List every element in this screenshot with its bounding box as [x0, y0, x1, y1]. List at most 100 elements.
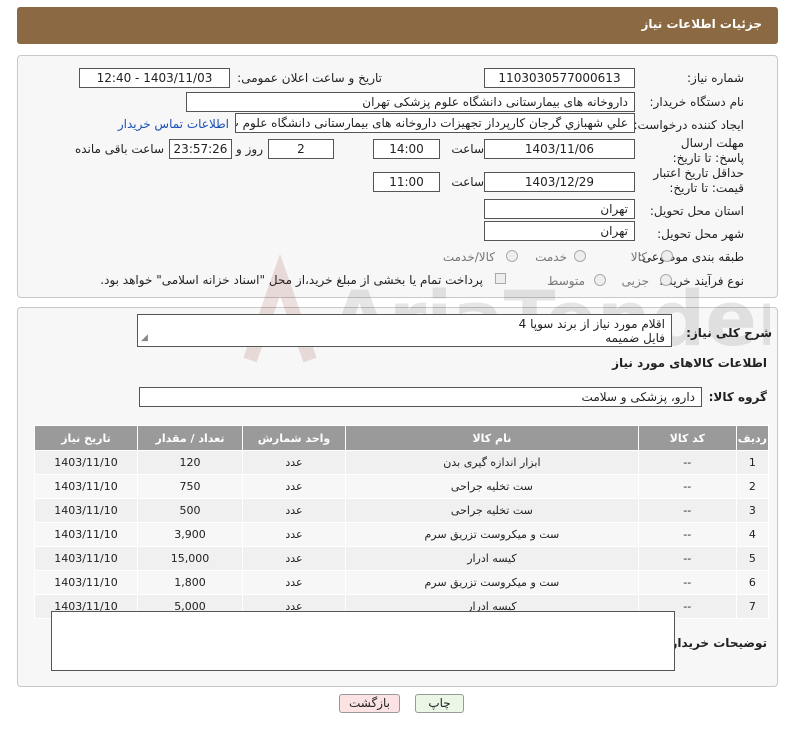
category-label: طبقه بندی موضوعی:	[637, 250, 744, 264]
cell-need-date: 1403/11/10	[34, 498, 138, 523]
print-button[interactable]: چاپ	[415, 694, 464, 713]
validity-time-label: ساعت	[451, 175, 484, 189]
city-label: شهر محل تحویل:	[657, 227, 744, 241]
cell-need-date: 1403/11/10	[34, 546, 138, 571]
price-validity-label: حداقل تاریخ اعتبار قیمت: تا تاریخ:	[653, 166, 744, 195]
cell-quantity: 750	[137, 474, 243, 499]
buyer-notes-label: توضیحات خریدار:	[665, 636, 767, 650]
description-label: شرح کلی نیاز:	[686, 326, 772, 340]
table-row[interactable]: 6 -- ست و میکروست تزریق سرم عدد 1,800 1403/11…	[34, 570, 770, 595]
category-radio-goods-service[interactable]	[506, 250, 518, 262]
cell-item-code: --	[637, 450, 737, 475]
remaining-days-field[interactable]: 2	[268, 139, 334, 159]
announce-datetime-label: تاریخ و ساعت اعلان عمومی:	[237, 71, 382, 85]
reply-time-label: ساعت	[451, 142, 484, 156]
cell-item-code: --	[637, 546, 737, 571]
category-option-goods: کالا	[630, 250, 647, 264]
cell-row-number: 2	[735, 474, 770, 499]
category-option-goods-service: کالا/خدمت	[442, 250, 495, 264]
cell-item-code: --	[637, 522, 737, 547]
requester-label: ایجاد کننده درخواست:	[633, 118, 744, 132]
remaining-time-label: ساعت باقی مانده	[74, 142, 164, 156]
cell-item-code: --	[637, 570, 737, 595]
column-header-item-code: کد کالا	[637, 425, 737, 451]
table-row[interactable]: 2 -- ست تخلیه جراحی عدد 750 1403/11/10	[34, 474, 770, 499]
table-row[interactable]: 1 -- ابزار اندازه گیری بدن عدد 120 1403/11/10	[34, 450, 770, 475]
need-number-field[interactable]: 1103030577000613	[484, 68, 635, 88]
table-header-row: ردیف کد کالا نام کالا واحد شمارش تعداد /…	[34, 425, 770, 451]
cell-unit: عدد	[242, 474, 346, 499]
table-row[interactable]: 4 -- ست و میکروست تزریق سرم عدد 3,900 1403/11…	[34, 522, 770, 547]
buyer-org-label: نام دستگاه خریدار:	[649, 95, 745, 109]
cell-need-date: 1403/11/10	[34, 474, 138, 499]
description-textarea[interactable]: اقلام مورد نیاز از برند سوپا 4 فایل ضمیم…	[137, 314, 672, 347]
cell-unit: عدد	[242, 498, 346, 523]
page-title: جزئیات اطلاعات نیاز	[641, 17, 762, 31]
cell-item-name: ست تخلیه جراحی	[345, 498, 639, 523]
column-header-need-date: تاریخ نیاز	[34, 425, 138, 451]
province-label: استان محل تحویل:	[649, 204, 744, 218]
goods-table: ردیف کد کالا نام کالا واحد شمارش تعداد /…	[34, 425, 770, 619]
cell-item-name: ست تخلیه جراحی	[345, 474, 639, 499]
table-row[interactable]: 5 -- کیسه ادرار عدد 15,000 1403/11/10	[34, 546, 770, 571]
purchase-option-medium: متوسط	[547, 274, 585, 288]
buyer-org-field[interactable]: داروخانه های بیمارستانی دانشگاه علوم پزش…	[186, 92, 635, 112]
column-header-quantity: تعداد / مقدار	[137, 425, 243, 451]
cell-row-number: 7	[735, 594, 770, 619]
cell-unit: عدد	[242, 522, 346, 547]
cell-item-code: --	[637, 498, 737, 523]
buyer-notes-textarea[interactable]	[51, 611, 675, 671]
goods-section-title: اطلاعات کالاهای مورد نیاز	[612, 356, 767, 370]
back-button[interactable]: بازگشت	[339, 694, 400, 713]
resize-grip-icon[interactable]: ◢	[141, 331, 148, 345]
province-field[interactable]: تهران	[484, 199, 635, 219]
table-row[interactable]: 3 -- ست تخلیه جراحی عدد 500 1403/11/10	[34, 498, 770, 523]
remaining-time-field[interactable]: 23:57:26	[169, 139, 232, 159]
page-header: جزئیات اطلاعات نیاز	[17, 7, 778, 44]
cell-need-date: 1403/11/10	[34, 522, 138, 547]
validity-date-field[interactable]: 1403/12/29	[484, 172, 635, 192]
cell-quantity: 120	[137, 450, 243, 475]
cell-row-number: 6	[735, 570, 770, 595]
cell-unit: عدد	[242, 570, 346, 595]
announce-datetime-field[interactable]: 1403/11/03 - 12:40	[79, 68, 230, 88]
city-field[interactable]: تهران	[484, 221, 635, 241]
cell-item-name: ست و میکروست تزریق سرم	[345, 522, 639, 547]
column-header-unit: واحد شمارش	[242, 425, 346, 451]
cell-need-date: 1403/11/10	[34, 570, 138, 595]
purchase-radio-medium[interactable]	[594, 274, 606, 286]
days-label: روز و	[236, 142, 263, 156]
cell-unit: عدد	[242, 450, 346, 475]
need-number-label: شماره نیاز:	[687, 71, 744, 85]
requester-field[interactable]: علي شهبازي گرجان کارپرداز تجهیزات داروخا…	[235, 113, 635, 133]
column-header-item-name: نام کالا	[345, 425, 639, 451]
reply-deadline-label: مهلت ارسال پاسخ: تا تاریخ:	[672, 136, 744, 165]
cell-quantity: 3,900	[137, 522, 243, 547]
category-option-service: خدمت	[535, 250, 567, 264]
description-line-1: اقلام مورد نیاز از برند سوپا 4	[518, 317, 665, 331]
purchase-radio-minor[interactable]	[660, 274, 672, 286]
cell-unit: عدد	[242, 546, 346, 571]
category-radio-goods[interactable]	[661, 250, 673, 262]
cell-quantity: 1,800	[137, 570, 243, 595]
cell-row-number: 4	[735, 522, 770, 547]
cell-row-number: 1	[735, 450, 770, 475]
cell-quantity: 15,000	[137, 546, 243, 571]
treasury-payment-checkbox[interactable]	[495, 273, 506, 284]
reply-date-field[interactable]: 1403/11/06	[484, 139, 635, 159]
treasury-payment-note: پرداخت تمام یا بخشی از مبلغ خرید،از محل …	[100, 273, 483, 287]
cell-need-date: 1403/11/10	[34, 450, 138, 475]
goods-group-field[interactable]: دارو، پزشکی و سلامت	[139, 387, 702, 407]
description-line-2: فایل ضمیمه	[605, 331, 665, 345]
column-header-row-number: ردیف	[735, 425, 770, 451]
reply-time-field[interactable]: 14:00	[373, 139, 440, 159]
buyer-contact-link[interactable]: اطلاعات تماس خریدار	[118, 117, 229, 131]
validity-time-field[interactable]: 11:00	[373, 172, 440, 192]
goods-group-label: گروه کالا:	[708, 390, 767, 404]
cell-item-name: ست و میکروست تزریق سرم	[345, 570, 639, 595]
cell-item-code: --	[637, 474, 737, 499]
cell-row-number: 5	[735, 546, 770, 571]
cell-item-name: ابزار اندازه گیری بدن	[345, 450, 639, 475]
category-radio-service[interactable]	[574, 250, 586, 262]
cell-row-number: 3	[735, 498, 770, 523]
